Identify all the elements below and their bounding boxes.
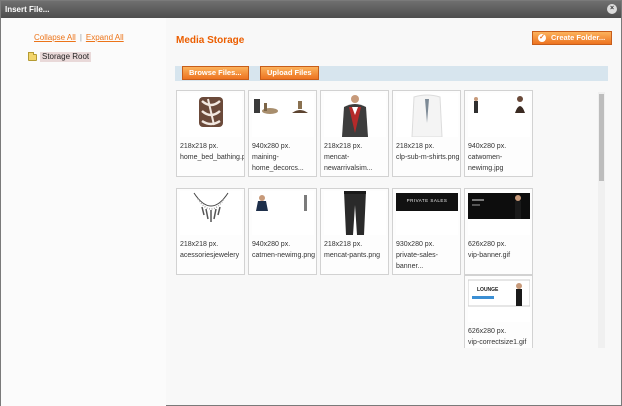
file-thumbnail[interactable]: 218x218 px. clp-sub-m-shirts.png: [392, 90, 461, 177]
file-name-cont: banner...: [396, 263, 424, 270]
file-name-cont: newimg.jpg: [468, 165, 504, 172]
thumbnail-image: LOUNGE: [468, 278, 530, 322]
thumbnail-image: [324, 191, 386, 235]
thumbnail-image: [180, 191, 242, 235]
file-size: 930x280 px.: [396, 241, 435, 248]
file-name: clp-sub-m-shirts.png: [396, 154, 460, 161]
file-thumbnail[interactable]: 218x218 px. mencat-pants.png: [320, 188, 389, 275]
thumbnail-image: [468, 93, 530, 137]
thumbnail-image: [252, 191, 314, 235]
file-size: 940x280 px.: [252, 143, 291, 150]
collapse-all-link[interactable]: Collapse All: [34, 33, 76, 42]
media-storage-panel: Media Storage ✓ Create Folder... Browse …: [166, 18, 621, 406]
create-folder-button[interactable]: ✓ Create Folder...: [532, 31, 613, 45]
file-name: private-sales-: [396, 252, 439, 259]
thumbnail-image: [396, 93, 458, 137]
folder-icon: [28, 51, 37, 61]
file-size: 218x218 px.: [180, 241, 219, 248]
thumbnail-image: [468, 191, 530, 235]
file-size: 626x280 px.: [468, 328, 507, 335]
file-size: 218x218 px.: [396, 143, 435, 150]
expand-all-link[interactable]: Expand All: [86, 33, 124, 42]
close-icon[interactable]: ×: [607, 4, 617, 14]
file-name: acessoriesjewelery: [180, 252, 240, 259]
file-size: 940x280 px.: [468, 143, 507, 150]
tree-item-storage-root[interactable]: Storage Root: [28, 51, 92, 62]
file-name: vip-correctsize1.gif: [468, 339, 527, 346]
file-name-cont: newarrivalsim...: [324, 165, 373, 172]
file-name: maining-: [252, 154, 279, 161]
file-size: 218x218 px.: [180, 143, 219, 150]
insert-file-dialog: Insert File... × Collapse All | Expand All…: [0, 0, 622, 406]
link-separator: |: [79, 33, 82, 42]
file-size: 626x280 px.: [468, 241, 507, 248]
thumbnail-image: [324, 93, 386, 137]
file-thumbnail[interactable]: 940x280 px. catwomen- newimg.jpg: [464, 90, 533, 177]
file-thumbnail[interactable]: PRIVATE SALES 930x280 px. private-sales-…: [392, 188, 461, 275]
upload-files-button[interactable]: Upload Files: [260, 66, 319, 80]
page-title: Media Storage: [176, 35, 245, 46]
file-name: catwomen-: [468, 154, 503, 161]
file-grid: 218x218 px. home_bed_bathing.p 940x280 p…: [176, 90, 598, 348]
scrollbar-thumb[interactable]: [599, 94, 604, 181]
tree-controls: Collapse All | Expand All: [34, 33, 124, 42]
private-sales-banner-text: PRIVATE SALES: [406, 198, 448, 203]
file-size: 218x218 px.: [324, 143, 363, 150]
thumbnail-image: [252, 93, 314, 137]
file-size: 218x218 px.: [324, 241, 363, 248]
file-thumbnail[interactable]: LOUNGE 626x280 px. vip-correctsize1.gif: [464, 275, 533, 348]
file-thumbnail[interactable]: 626x280 px. vip-banner.gif: [464, 188, 533, 275]
file-name: catmen-newimg.png: [252, 252, 316, 259]
file-thumbnail[interactable]: 218x218 px. acessoriesjewelery: [176, 188, 245, 275]
dialog-title: Insert File...: [5, 5, 50, 14]
file-name-cont: home_decorcs...: [252, 165, 304, 172]
tree-item-label: Storage Root: [40, 52, 92, 62]
file-thumbnail[interactable]: 940x280 px. maining- home_decorcs...: [248, 90, 317, 177]
create-folder-label: Create Folder...: [551, 33, 606, 42]
file-size: 940x280 px.: [252, 241, 291, 248]
file-thumbnail[interactable]: 218x218 px. mencat- newarrivalsim...: [320, 90, 389, 177]
file-thumbnail[interactable]: 218x218 px. home_bed_bathing.p: [176, 90, 245, 177]
folder-tree-sidebar: Collapse All | Expand All Storage Root: [1, 18, 166, 406]
thumbnail-image: [180, 93, 242, 137]
file-name: home_bed_bathing.p: [180, 154, 244, 161]
create-folder-icon: ✓: [538, 34, 546, 42]
file-name: vip-banner.gif: [468, 252, 511, 259]
dialog-titlebar: Insert File... ×: [1, 1, 621, 18]
thumbnail-image: PRIVATE SALES: [396, 191, 458, 235]
file-name: mencat-pants.png: [324, 252, 381, 259]
browse-files-button[interactable]: Browse Files...: [182, 66, 249, 80]
file-thumbnail[interactable]: 940x280 px. catmen-newimg.png: [248, 188, 317, 275]
lounge-banner-text: LOUNGE: [477, 287, 499, 293]
file-name: mencat-: [324, 154, 350, 161]
